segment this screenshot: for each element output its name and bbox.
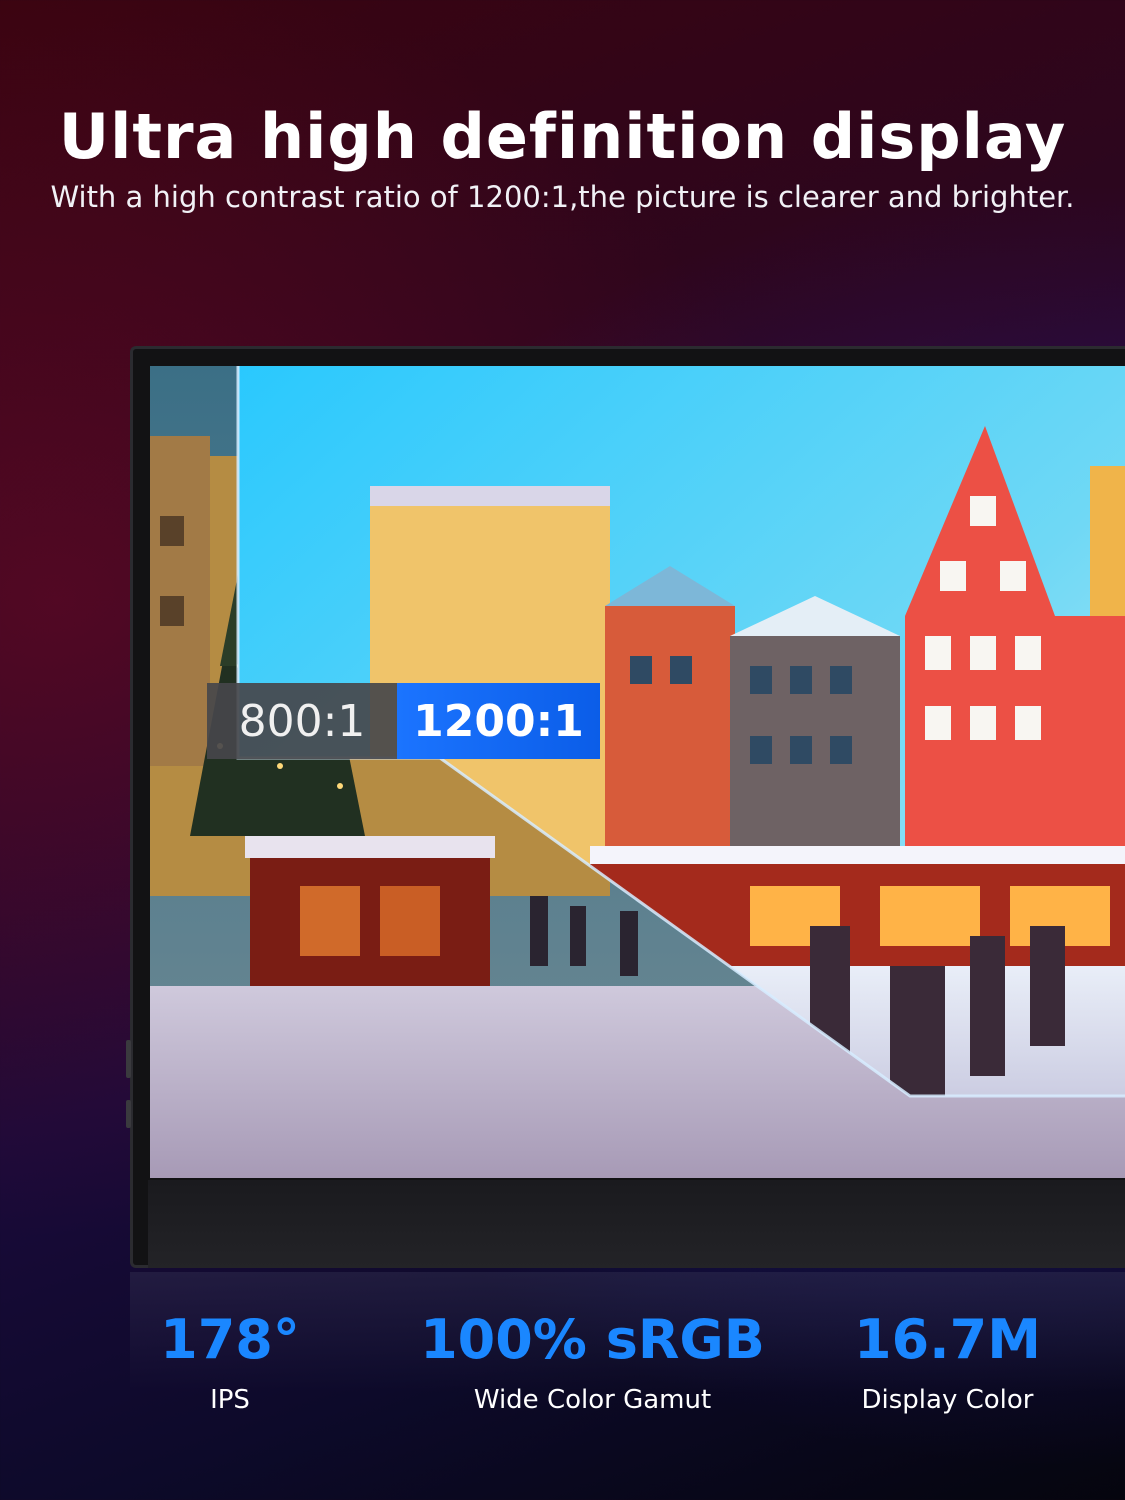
page-title: Ultra high definition display [58, 100, 1067, 173]
spec-display-color: 16.7M Display Color [830, 1308, 1065, 1416]
spec-viewing-angle: 178° IPS [110, 1308, 350, 1416]
high-contrast-label: 1200:1 [397, 683, 600, 759]
low-contrast-label: 800:1 [207, 683, 397, 759]
market-scene-image [150, 366, 1125, 1178]
monitor-screen [150, 366, 1125, 1178]
spec-label: Display Color [861, 1385, 1034, 1416]
side-button [126, 1100, 131, 1128]
spec-value: 178° [160, 1308, 300, 1371]
spec-value: 16.7M [854, 1308, 1041, 1371]
spec-label: Wide Color Gamut [473, 1385, 712, 1416]
spec-value: 100% sRGB [420, 1308, 765, 1371]
contrast-comparison-badge: 800:1 1200:1 [207, 683, 600, 759]
side-button [126, 1040, 131, 1078]
spec-color-gamut: 100% sRGB Wide Color Gamut [420, 1308, 765, 1416]
monitor-bezel-bottom [148, 1180, 1125, 1268]
page-subtitle: With a high contrast ratio of 1200:1,the… [50, 180, 1075, 214]
spec-label: IPS [210, 1385, 250, 1416]
